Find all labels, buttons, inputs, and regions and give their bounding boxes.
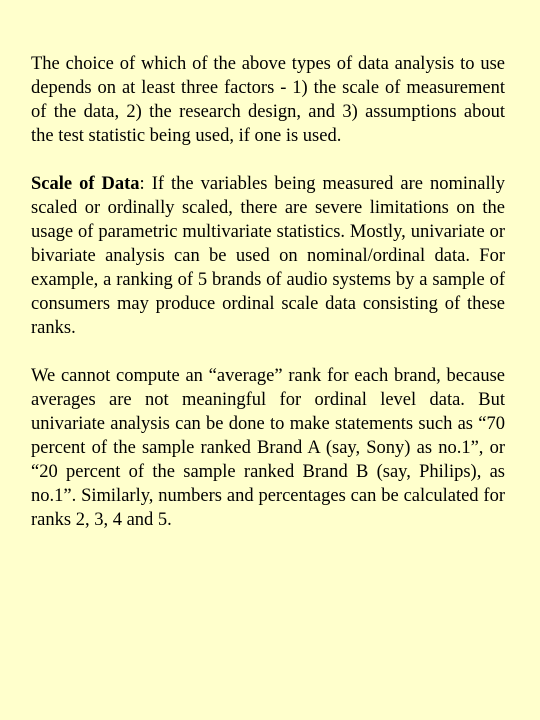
paragraph-ordinal-example: We cannot compute an “average” rank for … <box>31 364 505 532</box>
paragraph-scale-of-data: Scale of Data: If the variables being me… <box>31 172 505 340</box>
paragraph-text: : If the variables being measured are no… <box>31 174 505 338</box>
paragraph-text: The choice of which of the above types o… <box>31 54 505 146</box>
document-body: The choice of which of the above types o… <box>31 52 505 556</box>
paragraph-heading-scale-of-data: Scale of Data <box>31 174 140 194</box>
paragraph-data-analysis-factors: The choice of which of the above types o… <box>31 52 505 148</box>
paragraph-text: We cannot compute an “average” rank for … <box>31 366 505 530</box>
